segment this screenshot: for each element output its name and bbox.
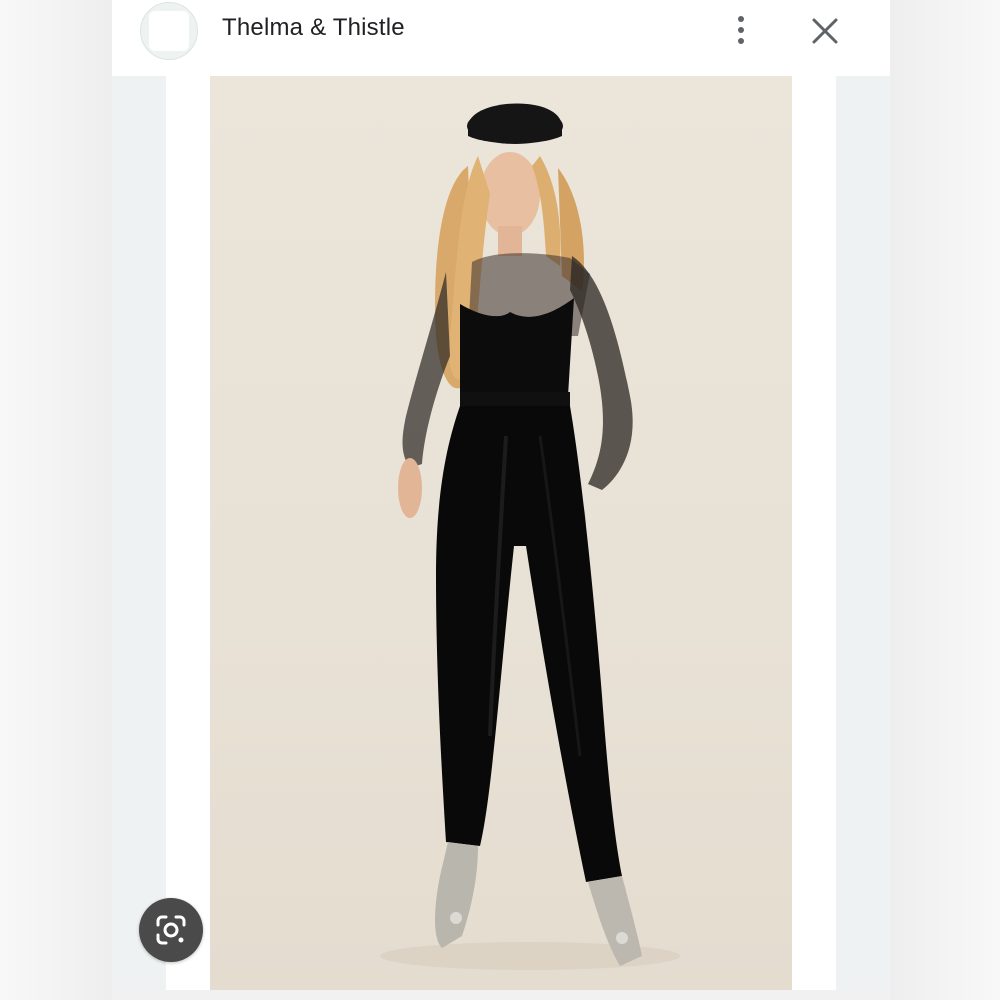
side-strip-right: [836, 76, 890, 990]
source-site-name[interactable]: Thelma & Thistle: [222, 14, 405, 42]
more-vert-icon-dot: [738, 38, 744, 44]
google-lens-icon: [156, 915, 186, 945]
close-icon: [812, 18, 838, 44]
close-button[interactable]: [804, 10, 846, 52]
blurred-backdrop-left: [0, 0, 112, 1000]
product-photo[interactable]: [210, 76, 792, 990]
image-viewer-sheet: Thelma & Thistle: [112, 0, 890, 1000]
more-vert-icon-dot: [738, 16, 744, 22]
site-favicon-icon[interactable]: [140, 2, 198, 60]
favicon-inner: [149, 11, 189, 51]
more-options-button[interactable]: [724, 8, 758, 52]
model-figure-illustration: [380, 103, 680, 970]
more-vert-icon-dot: [738, 27, 744, 33]
viewer-header: Thelma & Thistle: [112, 0, 890, 76]
side-strip-left: [112, 76, 166, 990]
bottom-edge: [112, 990, 890, 1000]
blurred-backdrop-right: [888, 0, 1000, 1000]
google-lens-button[interactable]: [139, 898, 203, 962]
